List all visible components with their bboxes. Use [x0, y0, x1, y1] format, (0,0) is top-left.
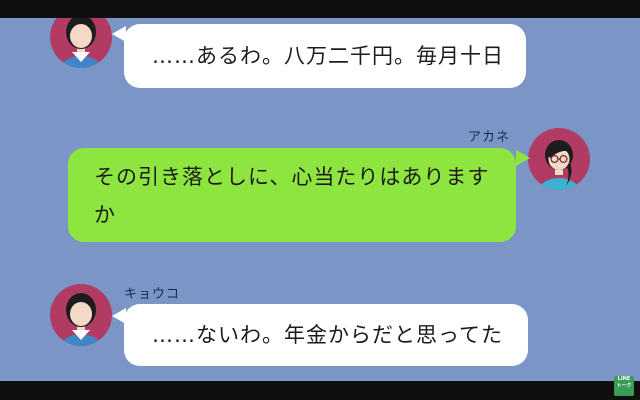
kyoko-avatar-icon[interactable]	[50, 284, 112, 346]
message-text: ……ないわ。年金からだと思ってた	[152, 323, 503, 347]
message-bubble-incoming[interactable]: ……ないわ。年金からだと思ってた	[124, 304, 528, 366]
akane-avatar-icon[interactable]	[528, 128, 590, 190]
watermark-line2: トーク	[616, 383, 632, 389]
chat-area: ……あるわ。八万二千円。毎月十日 アカネ その引き落としに、心当たりはありますか…	[0, 18, 640, 381]
line-logo-watermark: LINE トーク	[614, 376, 634, 396]
message-bubble-incoming[interactable]: ……あるわ。八万二千円。毎月十日	[124, 24, 526, 88]
message-text: その引き落としに、心当たりはありますか	[94, 165, 490, 227]
sender-name: アカネ	[468, 130, 511, 145]
bubble-tail	[516, 150, 530, 166]
message-text: ……あるわ。八万二千円。毎月十日	[152, 44, 504, 68]
watermark-line1: LINE	[617, 376, 631, 382]
message-bubble-outgoing[interactable]: その引き落としに、心当たりはありますか	[68, 148, 516, 242]
kyoko-avatar-icon[interactable]	[50, 18, 112, 68]
sender-name: キョウコ	[124, 287, 181, 302]
